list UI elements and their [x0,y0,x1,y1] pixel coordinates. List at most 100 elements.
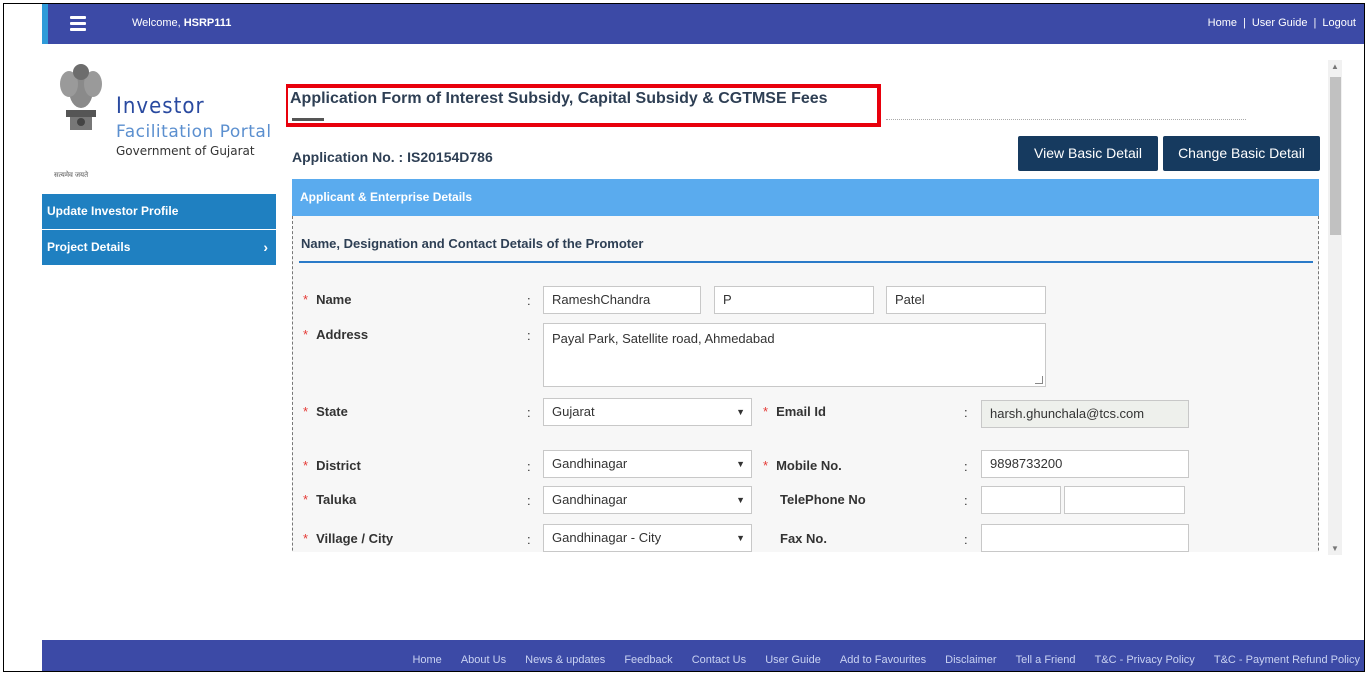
email-label-text: Email Id [776,404,826,419]
logo-line-government: Government of Gujarat [116,144,255,158]
mobile-label: * Mobile No. [763,458,842,473]
change-basic-detail-button[interactable]: Change Basic Detail [1163,136,1320,171]
footer-link-user-guide[interactable]: User Guide [765,654,821,666]
district-label-text: District [316,458,361,473]
required-marker: * [303,404,309,419]
footer-link-home[interactable]: Home [412,654,441,666]
required-marker: * [303,327,309,342]
footer-link-tell-friend[interactable]: Tell a Friend [1016,654,1076,666]
district-label: * District [303,458,361,473]
welcome-text: Welcome, HSRP111 [132,17,231,29]
footer: Home About Us News & updates Feedback Co… [42,640,1364,671]
email-field: harsh.ghunchala@tcs.com [981,400,1189,428]
required-marker: * [763,404,769,419]
sidebar-item-label: Project Details [47,240,131,254]
portal-logo[interactable]: Investor Facilitation Portal Government … [50,54,280,184]
welcome-label: Welcome, [132,17,181,29]
promoter-details-panel: Name, Designation and Contact Details of… [292,216,1319,552]
colon: : [964,532,968,547]
taluka-label-text: Taluka [316,492,357,507]
footer-link-refund-policy[interactable]: T&C - Payment Refund Policy [1214,654,1360,666]
logout-link[interactable]: Logout [1322,17,1356,29]
name-label: * Name [303,292,351,307]
address-textarea[interactable]: Payal Park, Satellite road, Ahmedabad [543,323,1046,387]
district-selected-value: Gandhinagar [552,456,628,471]
state-select[interactable]: Gujarat ▼ [543,398,752,426]
name-label-text: Name [316,292,352,307]
footer-link-news[interactable]: News & updates [525,654,605,666]
dropdown-arrow-icon: ▼ [736,459,745,469]
dropdown-arrow-icon: ▼ [736,533,745,543]
dropdown-arrow-icon: ▼ [736,407,745,417]
sidebar-item-label: Update Investor Profile [47,204,179,218]
required-marker: * [763,458,769,473]
email-label: * Email Id [763,404,826,419]
taluka-label: * Taluka [303,492,356,507]
address-label: * Address [303,327,368,342]
sidebar: Investor Facilitation Portal Government … [42,44,276,640]
first-name-field[interactable]: RameshChandra [543,286,701,314]
colon: : [527,532,531,547]
content-scrollbar[interactable]: ▲ ▼ [1328,60,1342,555]
logo-line-investor: Investor [116,94,205,119]
telephone-number-field[interactable] [1064,486,1185,514]
subsection-underline [299,261,1313,263]
scroll-up-icon[interactable]: ▲ [1331,62,1339,71]
fax-field[interactable] [981,524,1189,552]
district-select[interactable]: Gandhinagar ▼ [543,450,752,478]
sidebar-item-project-details[interactable]: Project Details › [42,230,276,265]
scroll-down-icon[interactable]: ▼ [1331,544,1339,553]
colon: : [527,493,531,508]
middle-name-field[interactable]: P [714,286,874,314]
sidebar-item-update-profile[interactable]: Update Investor Profile [42,194,276,229]
colon: : [527,459,531,474]
state-label: * State [303,404,348,419]
title-underline [292,118,324,121]
section-header[interactable]: Applicant & Enterprise Details [292,179,1319,216]
taluka-selected-value: Gandhinagar [552,492,628,507]
view-basic-detail-button[interactable]: View Basic Detail [1018,136,1158,171]
application-number: Application No. : IS20154D786 [292,149,493,165]
address-value: Payal Park, Satellite road, Ahmedabad [552,331,775,346]
footer-link-privacy[interactable]: T&C - Privacy Policy [1095,654,1195,666]
title-divider [886,119,1246,120]
footer-link-disclaimer[interactable]: Disclaimer [945,654,996,666]
ashoka-emblem-icon [60,64,102,130]
telephone-code-field[interactable] [981,486,1061,514]
footer-link-feedback[interactable]: Feedback [624,654,672,666]
mobile-field[interactable]: 9898733200 [981,450,1189,478]
village-selected-value: Gandhinagar - City [552,530,662,545]
dropdown-arrow-icon: ▼ [736,495,745,505]
logo-motto: सत्यमेव जयते [54,172,89,179]
footer-link-contact-us[interactable]: Contact Us [692,654,746,666]
colon: : [964,405,968,420]
resize-handle-icon[interactable] [1035,376,1043,384]
colon: : [527,328,531,343]
user-guide-link[interactable]: User Guide [1252,17,1308,29]
home-link[interactable]: Home [1208,17,1237,29]
required-marker: * [303,531,309,546]
colon: : [527,405,531,420]
colon: : [527,293,531,308]
required-marker: * [303,492,309,507]
left-margin [4,4,42,671]
link-separator: | [1313,17,1317,29]
village-label: * Village / City [303,531,393,546]
chevron-right-icon: › [263,239,268,255]
taluka-select[interactable]: Gandhinagar ▼ [543,486,752,514]
highlight-box [286,84,881,127]
footer-link-favourites[interactable]: Add to Favourites [840,654,926,666]
app-frame: Welcome, HSRP111 Home | User Guide | Logout I… [3,3,1365,672]
village-select[interactable]: Gandhinagar - City ▼ [543,524,752,552]
mobile-label-text: Mobile No. [776,458,842,473]
telephone-label: TelePhone No [780,492,866,507]
main-content: Application Form of Interest Subsidy, Ca… [286,74,1322,552]
state-selected-value: Gujarat [552,404,595,419]
username: HSRP111 [183,17,232,29]
colon: : [964,493,968,508]
hamburger-menu-icon[interactable] [70,16,86,31]
top-navbar: Welcome, HSRP111 Home | User Guide | Logout [42,4,1364,44]
scrollbar-thumb[interactable] [1330,77,1341,235]
last-name-field[interactable]: Patel [886,286,1046,314]
footer-link-about-us[interactable]: About Us [461,654,506,666]
